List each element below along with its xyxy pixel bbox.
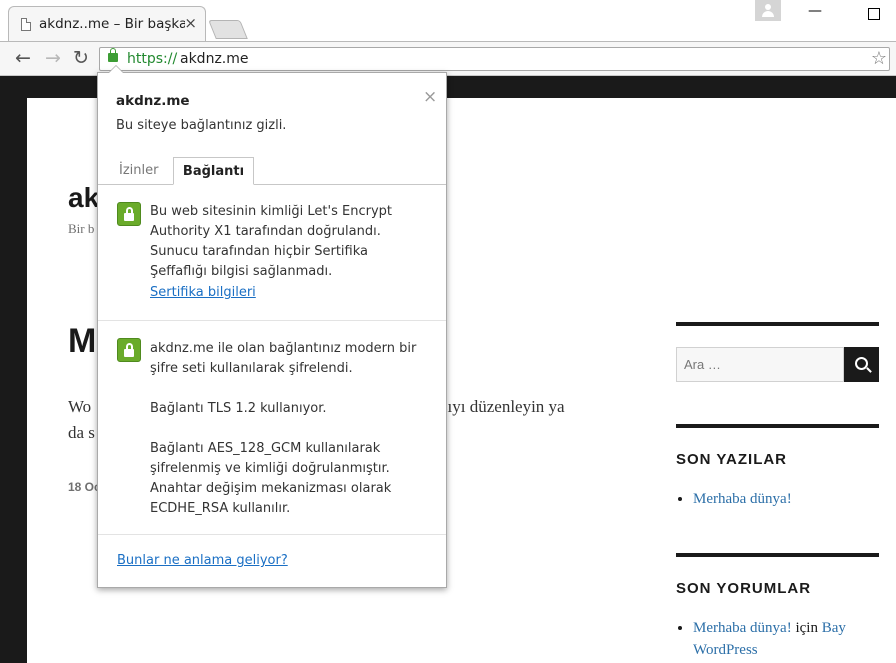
post-body-line1-start: Wo xyxy=(68,397,92,416)
popup-host: akdnz.me xyxy=(116,93,190,109)
site-title[interactable]: ak xyxy=(68,182,99,214)
tab-permissions[interactable]: İzinler xyxy=(119,157,158,184)
popup-tabs: İzinler Bağlantı xyxy=(98,157,446,185)
certificate-info-link[interactable]: Sertifika bilgileri xyxy=(150,285,256,300)
tab-strip: akdnz..me – Bir başka × — xyxy=(0,0,896,41)
search-input[interactable]: Ara … xyxy=(676,347,844,382)
list-item: Merhaba dünya! için Bay WordPress xyxy=(693,617,893,661)
recent-comments-title: SON YORUMLAR xyxy=(676,580,812,597)
secure-lock-icon[interactable] xyxy=(108,48,118,62)
connection-status: Bu siteye bağlantınız gizli. xyxy=(116,118,287,133)
tab-connection[interactable]: Bağlantı xyxy=(173,157,254,185)
encryption-section: akdnz.me ile olan bağlantınız modern bir… xyxy=(98,320,446,535)
reload-button[interactable]: ↻ xyxy=(70,47,92,69)
post-date[interactable]: 18 Oc xyxy=(68,480,101,494)
tab-close-icon[interactable]: × xyxy=(184,14,197,32)
page-favicon-icon xyxy=(21,18,31,31)
address-bar[interactable]: https:// akdnz.me ☆ xyxy=(99,47,890,71)
site-description: Bir b xyxy=(68,221,95,236)
comment-post-link[interactable]: Merhaba dünya! xyxy=(693,620,792,636)
browser-window: akdnz..me – Bir başka × — ← → ↻ https://… xyxy=(0,0,896,663)
new-tab-button[interactable] xyxy=(208,20,248,39)
encryption-line: Bağlantı AES_128_GCM kullanılarak xyxy=(150,441,381,456)
list-item: Merhaba dünya! xyxy=(693,488,893,510)
tab-title: akdnz..me – Bir başka xyxy=(39,16,185,32)
help-link[interactable]: Bunlar ne anlama geliyor? xyxy=(117,553,288,568)
widget-divider xyxy=(676,322,879,326)
bookmark-star-icon[interactable]: ☆ xyxy=(871,48,887,69)
post-title[interactable]: M xyxy=(68,322,96,361)
forward-button[interactable]: → xyxy=(42,47,64,69)
encryption-text: akdnz.me ile olan bağlantınız modern bir… xyxy=(150,339,440,519)
post-body-line2-start: da s xyxy=(68,423,95,442)
lock-icon xyxy=(117,202,141,226)
recent-posts-title: SON YAZILAR xyxy=(676,451,788,468)
encryption-line: şifrelenmiş ve kimliği doğrulanmıştır. xyxy=(150,461,390,476)
back-button[interactable]: ← xyxy=(12,47,34,69)
site-info-popup: akdnz.me × Bu siteye bağlantınız gizli. … xyxy=(97,65,447,588)
url-scheme: https:// xyxy=(127,51,178,67)
recent-post-link[interactable]: Merhaba dünya! xyxy=(693,491,792,507)
url-host: akdnz.me xyxy=(180,51,249,67)
maximize-button[interactable] xyxy=(868,8,880,20)
profile-icon[interactable] xyxy=(755,0,781,21)
minimize-button[interactable]: — xyxy=(807,3,823,19)
encryption-line: Anahtar değişim mekanizması olarak xyxy=(150,481,392,496)
identity-line: Sunucu tarafından hiçbir Sertifika xyxy=(150,244,368,259)
identity-line: Bu web sitesinin kimliği Let's Encrypt xyxy=(150,204,392,219)
identity-text: Bu web sitesinin kimliği Let's Encrypt A… xyxy=(150,202,440,303)
search-button[interactable] xyxy=(844,347,879,382)
widget-divider xyxy=(676,424,879,428)
encryption-line: akdnz.me ile olan bağlantınız modern bir xyxy=(150,341,417,356)
encryption-line: şifre seti kullanılarak şifrelendi. xyxy=(150,361,353,376)
identity-section: Bu web sitesinin kimliği Let's Encrypt A… xyxy=(98,184,446,321)
tls-version: Bağlantı TLS 1.2 kullanıyor. xyxy=(150,401,327,416)
comment-connector: için xyxy=(791,620,822,636)
recent-posts-list: Merhaba dünya! xyxy=(676,488,893,510)
identity-line: Authority X1 tarafından doğrulandı. xyxy=(150,224,381,239)
browser-tab[interactable]: akdnz..me – Bir başka × xyxy=(8,6,206,41)
lock-icon xyxy=(117,338,141,362)
identity-line: Şeffaflığı bilgisi sağlanmadı. xyxy=(150,264,333,279)
widget-divider xyxy=(676,553,879,557)
close-icon[interactable]: × xyxy=(423,87,437,107)
recent-comments-list: Merhaba dünya! için Bay WordPress xyxy=(676,617,893,661)
popup-arrow xyxy=(108,65,124,73)
browser-toolbar: ← → ↻ https:// akdnz.me ☆ xyxy=(0,41,896,76)
encryption-line: ECDHE_RSA kullanılır. xyxy=(150,501,291,516)
search-icon xyxy=(855,357,868,370)
